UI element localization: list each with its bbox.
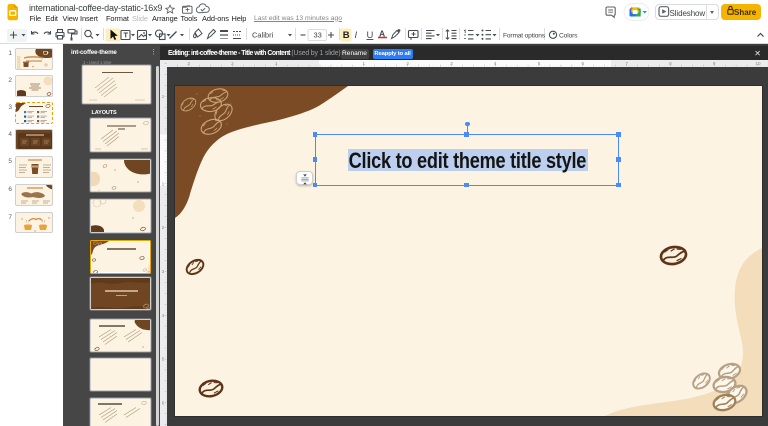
svg-text:B: B: [343, 30, 350, 41]
svg-text:33: 33: [314, 31, 322, 40]
svg-text:8: 8: [669, 61, 672, 66]
svg-text:3: 3: [450, 61, 453, 66]
svg-text:9: 9: [713, 61, 716, 66]
svg-text:7: 7: [625, 61, 628, 66]
svg-text:10: 10: [755, 61, 761, 66]
svg-text:Colors: Colors: [559, 32, 578, 39]
svg-text:5: 5: [538, 61, 541, 66]
svg-text:Format options: Format options: [503, 32, 546, 39]
svg-text:4: 4: [494, 61, 497, 66]
svg-text:2: 2: [406, 61, 409, 66]
svg-text:Calibri: Calibri: [252, 30, 274, 39]
svg-text:1: 1: [275, 61, 278, 66]
svg-text:I: I: [355, 30, 358, 41]
svg-text:3: 3: [187, 61, 190, 66]
svg-text:U: U: [367, 30, 374, 41]
svg-text:1: 1: [363, 61, 366, 66]
svg-text:6: 6: [582, 61, 585, 66]
svg-text:A: A: [379, 29, 385, 39]
svg-text:2: 2: [231, 61, 234, 66]
